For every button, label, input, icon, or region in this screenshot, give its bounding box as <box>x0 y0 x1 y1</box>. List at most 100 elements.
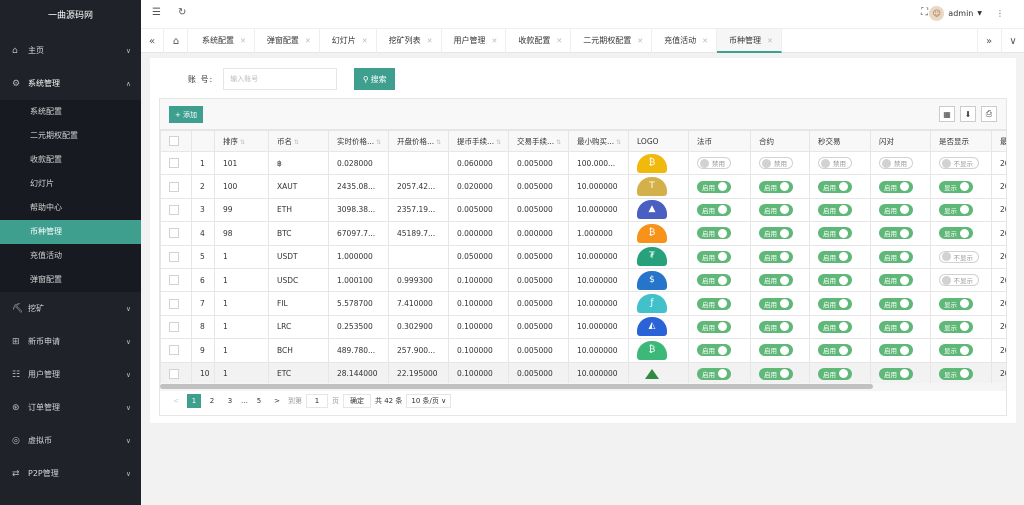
status-toggle[interactable]: 启用 <box>879 320 913 333</box>
row-checkbox[interactable] <box>169 298 179 309</box>
submenu-payment-config[interactable]: 收款配置 <box>0 148 141 172</box>
column-header[interactable]: 币名 ⇅ <box>268 130 329 152</box>
row-checkbox[interactable] <box>169 204 179 215</box>
row-checkbox-cell[interactable] <box>160 221 192 246</box>
add-button[interactable]: + 添加 <box>169 106 203 123</box>
status-toggle[interactable]: 启用 <box>818 297 852 310</box>
table-row[interactable]: 6 1 USDC 1.000100 0.999300 0.100000 0.005000 10… <box>160 267 1006 293</box>
status-toggle[interactable]: 显示 <box>939 320 973 333</box>
row-checkbox-cell[interactable] <box>160 291 192 316</box>
more-vertical-icon[interactable]: ⋮ <box>996 9 1004 18</box>
tab-user-management[interactable]: 用户管理 ✕ <box>442 29 507 53</box>
status-toggle[interactable]: 启用 <box>697 344 731 357</box>
row-checkbox[interactable] <box>169 228 179 239</box>
column-header[interactable]: 开盘价格... ⇅ <box>388 130 449 152</box>
menu-p2p[interactable]: ⇄ P2P管理 ∨ <box>0 457 141 490</box>
status-toggle[interactable]: 启用 <box>697 274 731 287</box>
status-toggle[interactable]: 启用 <box>818 250 852 263</box>
close-icon[interactable]: ✕ <box>427 37 433 45</box>
status-toggle[interactable]: 启用 <box>759 227 793 240</box>
row-checkbox-cell[interactable] <box>160 150 192 176</box>
tab-slides[interactable]: 幻灯片 ✕ <box>320 29 377 53</box>
close-icon[interactable]: ✕ <box>767 37 773 45</box>
print-icon[interactable]: ⎙ <box>981 106 997 122</box>
row-checkbox[interactable] <box>169 158 179 169</box>
home-tab-icon[interactable]: ⌂ <box>165 29 188 53</box>
page-button[interactable]: 1 <box>187 394 201 408</box>
status-toggle[interactable]: 启用 <box>759 180 793 193</box>
page-size-select[interactable]: 10 条/页 ∨ <box>406 394 452 408</box>
column-header[interactable]: 提币手续... ⇅ <box>448 130 509 152</box>
submenu-currency-management[interactable]: 币种管理 <box>0 220 141 244</box>
account-search-input[interactable] <box>223 68 338 90</box>
table-row[interactable]: 7 1 FIL 5.578700 7.410000 0.100000 0.005000 10.… <box>160 291 1006 316</box>
close-icon[interactable]: ✕ <box>362 37 368 45</box>
status-toggle[interactable]: 启用 <box>697 203 731 216</box>
select-all-checkbox[interactable] <box>169 136 179 146</box>
submenu-slides[interactable]: 幻灯片 <box>0 172 141 196</box>
status-toggle[interactable]: 启用 <box>879 344 913 357</box>
sort-icon[interactable]: ⇅ <box>556 139 561 146</box>
sort-icon[interactable]: ⇅ <box>496 139 501 146</box>
status-toggle[interactable]: 启用 <box>759 367 793 380</box>
status-toggle[interactable]: 不显示 <box>939 274 979 287</box>
status-toggle[interactable]: 启用 <box>697 320 731 333</box>
row-checkbox-cell[interactable] <box>160 314 192 340</box>
status-toggle[interactable]: 启用 <box>697 297 731 310</box>
table-row[interactable]: 3 99 ETH 3098.38... 2357.19... 0.005000 0.0050… <box>160 197 1006 223</box>
table-row[interactable]: 2 100 XAUT 2435.08... 2057.42... 0.020000 0.00… <box>160 174 1006 199</box>
search-button[interactable]: ⚲ 搜索 <box>354 68 396 90</box>
status-toggle[interactable]: 启用 <box>818 180 852 193</box>
page-button[interactable]: 3 <box>223 394 237 408</box>
column-header[interactable]: 实时价格... ⇅ <box>328 130 389 152</box>
table-row[interactable]: 4 98 BTC 67097.7... 45189.7... 0.000000 0.0000… <box>160 221 1006 246</box>
status-toggle[interactable]: 启用 <box>759 274 793 287</box>
fullscreen-icon[interactable]: ⛶ <box>921 7 928 18</box>
row-checkbox[interactable] <box>169 181 179 192</box>
table-row[interactable]: 8 1 LRC 0.253500 0.302900 0.100000 0.005000 10.… <box>160 314 1006 340</box>
status-toggle[interactable]: 不显示 <box>939 250 979 263</box>
status-toggle[interactable]: 启用 <box>818 367 852 380</box>
status-toggle[interactable]: 显示 <box>939 297 973 310</box>
menu-system[interactable]: ⚙ 系统管理 ∧ <box>0 67 141 100</box>
status-toggle[interactable]: 启用 <box>818 203 852 216</box>
table-row[interactable]: 10 1 ETC 28.144000 22.195000 0.100000 0.005000… <box>160 361 1006 383</box>
status-toggle[interactable]: 禁用 <box>818 157 852 170</box>
close-icon[interactable]: ✕ <box>702 37 708 45</box>
close-icon[interactable]: ✕ <box>637 37 643 45</box>
column-header[interactable]: 交易手续... ⇅ <box>508 130 569 152</box>
menu-mining[interactable]: ⛏ 挖矿 ∨ <box>0 292 141 325</box>
sort-icon[interactable]: ⇅ <box>240 139 245 146</box>
row-checkbox-cell[interactable] <box>160 244 192 269</box>
tab-currency-management[interactable]: 币种管理 ✕ <box>717 29 782 53</box>
status-toggle[interactable]: 显示 <box>939 367 973 380</box>
table-row[interactable]: 5 1 USDT 1.000000 0.050000 0.005000 10.000000 ₮… <box>160 244 1006 269</box>
status-toggle[interactable]: 不显示 <box>939 157 979 170</box>
next-page-button[interactable]: > <box>270 394 284 408</box>
table-row[interactable]: 1 101 ฿ 0.028000 0.060000 0.005000 100.000... ₿… <box>160 150 1006 176</box>
status-toggle[interactable]: 启用 <box>818 344 852 357</box>
status-toggle[interactable]: 启用 <box>759 250 793 263</box>
status-toggle[interactable]: 启用 <box>879 180 913 193</box>
tabs-scroll-right-icon[interactable]: » <box>977 29 1000 53</box>
status-toggle[interactable]: 启用 <box>879 203 913 216</box>
tab-recharge-activity[interactable]: 充值活动 ✕ <box>652 29 717 53</box>
tab-payment-config[interactable]: 收款配置 ✕ <box>506 29 572 53</box>
row-checkbox-cell[interactable] <box>160 361 192 383</box>
menu-users[interactable]: ☷ 用户管理 ∨ <box>0 358 141 391</box>
submenu-binary-options[interactable]: 二元期权配置 <box>0 124 141 148</box>
row-checkbox-cell[interactable] <box>160 174 192 199</box>
select-all-checkbox-cell[interactable] <box>160 130 192 152</box>
user-menu[interactable]: ☺ admin ▼ ⋮ <box>929 6 1004 21</box>
row-checkbox[interactable] <box>169 275 179 286</box>
status-toggle[interactable]: 显示 <box>939 180 973 193</box>
horizontal-scrollbar[interactable] <box>160 383 1006 391</box>
goto-page-input[interactable]: 1 <box>306 394 328 408</box>
submenu-recharge-activity[interactable]: 充值活动 <box>0 244 141 268</box>
status-toggle[interactable]: 显示 <box>939 344 973 357</box>
status-toggle[interactable]: 启用 <box>879 274 913 287</box>
tab-popup-config[interactable]: 弹窗配置 ✕ <box>255 29 320 53</box>
page-button[interactable]: 2 <box>205 394 219 408</box>
sort-icon[interactable]: ⇅ <box>376 139 381 146</box>
status-toggle[interactable]: 显示 <box>939 203 973 216</box>
